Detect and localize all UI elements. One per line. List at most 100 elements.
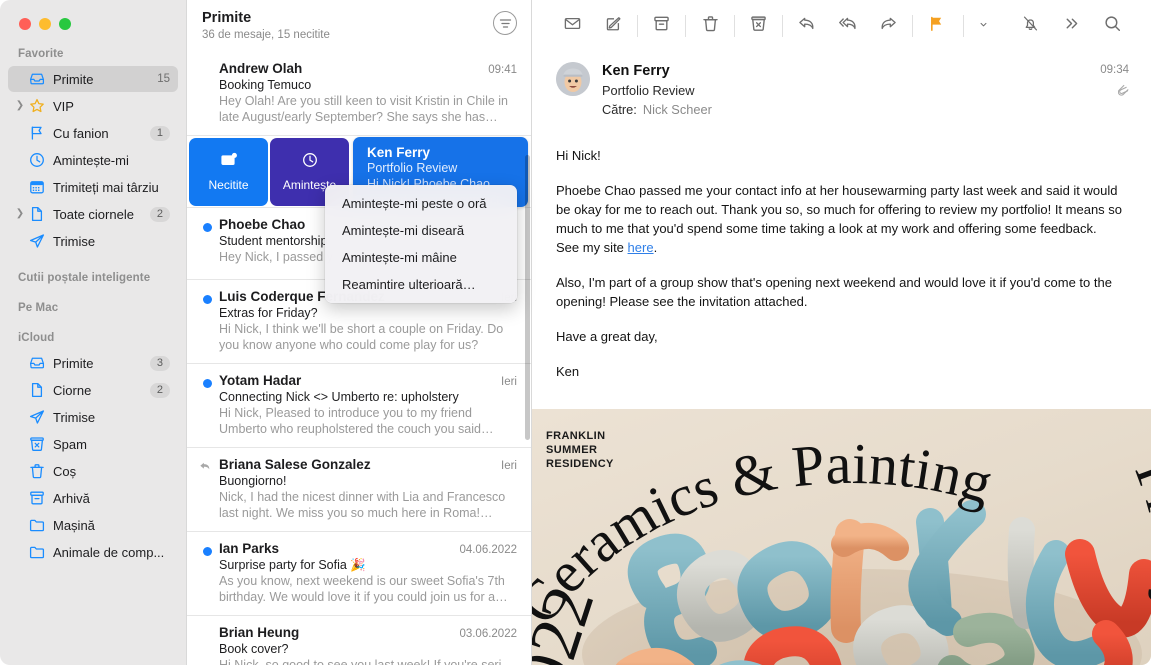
sidebar-item-label: Cu fanion <box>53 125 109 141</box>
mark-unread-button[interactable] <box>552 11 593 41</box>
bell-slash-icon <box>1022 15 1039 37</box>
body-p1-part-b: . <box>653 240 658 255</box>
reply-button[interactable] <box>786 11 827 41</box>
message-list-item[interactable]: Brian Heung 03.06.2022 Book cover? Hi Ni… <box>187 615 531 665</box>
message-sender: Ken Ferry <box>367 145 431 160</box>
portfolio-link[interactable]: here <box>628 240 654 255</box>
message-sender: Briana Salese Gonzalez <box>219 457 371 472</box>
sidebar-item-vip[interactable]: ❯ VIP <box>8 93 178 119</box>
message-list-scrollbar[interactable] <box>525 155 530 440</box>
sidebar-item-arhiv[interactable]: Arhivă <box>8 485 178 511</box>
reply-icon <box>798 15 815 37</box>
poster-brand-line-2: SUMMER <box>546 444 598 456</box>
sidebar-section-title: Favorite <box>18 48 64 60</box>
reminder-context-menu: Amintește-mi peste o oră Amintește-mi dis… <box>325 185 517 303</box>
sidebar-item-label: Animale de comp... <box>53 544 165 560</box>
message-list-item[interactable]: Ian Parks 04.06.2022 Surprise party for … <box>187 531 531 615</box>
body-closing: Have a great day, <box>556 329 658 344</box>
sidebar-item-label: Spam <box>53 436 87 452</box>
search-button[interactable] <box>1092 11 1133 41</box>
sidebar-item-cu-fanion[interactable]: Cu fanion 1 <box>8 120 178 146</box>
context-menu-item[interactable]: Amintește-mi peste o oră <box>325 190 517 217</box>
envelope-icon <box>564 15 581 37</box>
message-list-item[interactable]: Yotam Hadar Ieri Connecting Nick <> Umbe… <box>187 363 531 447</box>
sidebar-item-co[interactable]: Coș <box>8 458 178 484</box>
clay-letters-illustration <box>582 500 1151 665</box>
paperplane-icon <box>27 233 46 249</box>
message-sender: Ian Parks <box>219 541 280 556</box>
context-menu-item[interactable]: Reamintire ulterioară… <box>325 271 517 298</box>
delete-button[interactable] <box>689 11 730 41</box>
sender-name: Ken Ferry <box>602 63 670 79</box>
unread-dot <box>203 223 212 232</box>
toolbar-divider <box>963 15 965 37</box>
toolbar-divider <box>781 15 783 37</box>
message-list-item[interactable]: Briana Salese Gonzalez Ieri Buongiorno! … <box>187 447 531 531</box>
junk-icon <box>27 436 46 452</box>
message-preview: Hi Nick, I think we'll be short a couple… <box>219 322 504 352</box>
disclosure-triangle-icon[interactable]: ❯ <box>14 101 26 111</box>
message-list-item[interactable]: Andrew Olah 09:41 Booking Temuco Hey Ola… <box>187 52 531 135</box>
sidebar-item-label: Primite <box>53 355 94 371</box>
sidebar-item-toate-ciornele[interactable]: ❯ Toate ciornele 2 <box>8 201 178 227</box>
sidebar-item-trimise[interactable]: Trimise <box>8 404 178 430</box>
trash-icon <box>27 463 46 479</box>
reply-all-button[interactable] <box>827 11 868 41</box>
message-subject: Extras for Friday? <box>219 306 318 320</box>
recipient-name[interactable]: Nick Scheer <box>643 102 712 117</box>
junk-button[interactable] <box>738 11 779 41</box>
message-preview: Hey Olah! Are you still keen to visit Kr… <box>219 94 509 124</box>
flag-dropdown-button[interactable] <box>970 11 995 41</box>
sidebar-item-label: Ciorne <box>53 382 92 398</box>
compose-icon <box>605 15 622 37</box>
sidebar-item-ma-in[interactable]: Mașină <box>8 512 178 538</box>
close-button[interactable] <box>19 18 31 30</box>
zoom-button[interactable] <box>59 18 71 30</box>
disclosure-triangle-icon[interactable]: ❯ <box>14 209 26 219</box>
chevron-double-right-icon <box>1063 15 1080 37</box>
sidebar: Favorite Primite 15 ❯ VIP Cu fanion 1 Amintește… <box>0 0 186 665</box>
swipe-action-necitite[interactable]: Necitite <box>189 138 268 206</box>
message-subject: Portfolio Review <box>602 83 695 98</box>
sidebar-section-title: iCloud <box>18 332 55 344</box>
message-preview: Nick, I had the nicest dinner with Lia a… <box>219 490 506 520</box>
flag-button[interactable] <box>916 11 957 41</box>
compose-button[interactable] <box>593 11 634 41</box>
sidebar-item-label: Coș <box>53 463 77 479</box>
toolbar-divider <box>912 15 914 37</box>
reader-toolbar <box>532 0 1151 52</box>
toolbar-divider <box>733 15 735 37</box>
context-menu-item[interactable]: Amintește-mi mâine <box>325 244 517 271</box>
sidebar-item-spam[interactable]: Spam <box>8 431 178 457</box>
unread-dot <box>203 379 212 388</box>
flag-icon <box>27 125 46 141</box>
message-subject: Connecting Nick <> Umberto re: upholster… <box>219 390 459 404</box>
forward-button[interactable] <box>868 11 909 41</box>
sort-filter-icon[interactable] <box>493 11 517 35</box>
sidebar-section-title: Pe Mac <box>18 302 59 314</box>
sidebar-item-ciorne[interactable]: Ciorne 2 <box>8 377 178 403</box>
context-menu-item[interactable]: Amintește-mi diseară <box>325 217 517 244</box>
sidebar-item-trimite-i-mai-t-rziu[interactable]: Trimiteți mai târziu <box>8 174 178 200</box>
sidebar-section-title: Cutii poștale inteligente <box>18 272 151 284</box>
attachment-poster[interactable]: FRANKLIN SUMMER RESIDENCY Ceramics & Pai… <box>532 409 1151 665</box>
clock-icon <box>302 152 318 173</box>
clock-icon <box>27 152 46 168</box>
flag-filled-icon <box>928 15 945 37</box>
poster-brand: FRANKLIN SUMMER RESIDENCY <box>546 429 614 471</box>
more-button[interactable] <box>1051 11 1092 41</box>
sidebar-item-aminte-te-mi[interactable]: Amintește-mi <box>8 147 178 173</box>
body-paragraph-2: Also, I'm part of a group show that's op… <box>556 275 1112 309</box>
message-date: Ieri <box>501 376 517 388</box>
minimize-button[interactable] <box>39 18 51 30</box>
sidebar-item-primite[interactable]: Primite 15 <box>8 66 178 92</box>
sidebar-item-trimise[interactable]: Trimise <box>8 228 178 254</box>
sidebar-item-count: 2 <box>149 206 170 222</box>
archive-button[interactable] <box>641 11 682 41</box>
toolbar-divider <box>637 15 639 37</box>
sidebar-item-primite[interactable]: Primite 3 <box>8 350 178 376</box>
mail-window: Favorite Primite 15 ❯ VIP Cu fanion 1 Amintește… <box>0 0 1151 665</box>
sidebar-item-label: Trimise <box>53 409 96 425</box>
sidebar-item-animale-de-comp[interactable]: Animale de comp... <box>8 539 178 565</box>
mute-button[interactable] <box>1010 11 1051 41</box>
